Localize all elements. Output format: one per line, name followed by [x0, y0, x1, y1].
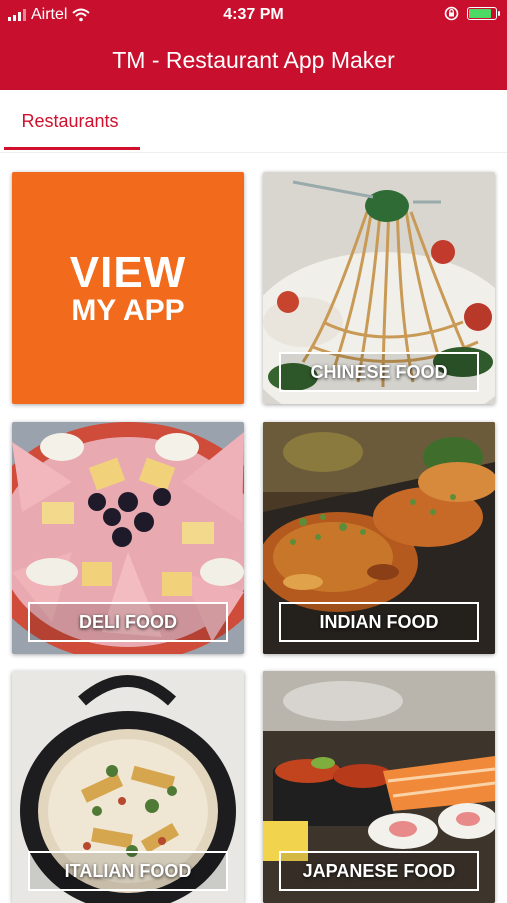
app-title: TM - Restaurant App Maker: [112, 46, 395, 73]
battery-icon: [467, 7, 500, 20]
orientation-lock-icon: [444, 6, 459, 21]
battery-level-fill: [469, 9, 491, 18]
category-label-deli: DELI FOOD: [28, 602, 228, 642]
status-time: 4:37 PM: [223, 6, 284, 23]
category-tile-japanese[interactable]: JAPANESE FOOD: [263, 671, 495, 903]
category-label-indian: INDIAN FOOD: [279, 602, 479, 642]
view-my-app-line1: VIEW: [69, 248, 187, 297]
tab-restaurants-label: Restaurants: [21, 110, 119, 131]
tab-bar: Restaurants: [0, 90, 507, 153]
category-tile-indian[interactable]: INDIAN FOOD: [263, 422, 495, 654]
category-label-chinese: CHINESE FOOD: [279, 352, 479, 392]
view-my-app-line2: MY APP: [71, 294, 185, 327]
tab-active-indicator: [4, 147, 140, 150]
tab-restaurants[interactable]: Restaurants: [0, 90, 140, 152]
category-label-italian: ITALIAN FOOD: [28, 851, 228, 891]
category-tile-deli[interactable]: DELI FOOD: [12, 422, 244, 654]
status-right: [444, 6, 500, 21]
category-label-japanese: JAPANESE FOOD: [279, 851, 479, 891]
app-bar: TM - Restaurant App Maker: [0, 30, 507, 90]
view-my-app-tile[interactable]: VIEW MY APP: [12, 172, 244, 404]
category-tile-italian[interactable]: ITALIAN FOOD: [12, 671, 244, 903]
status-bar: Airtel 4:37 PM: [0, 0, 507, 30]
category-tile-chinese[interactable]: CHINESE FOOD: [263, 172, 495, 404]
